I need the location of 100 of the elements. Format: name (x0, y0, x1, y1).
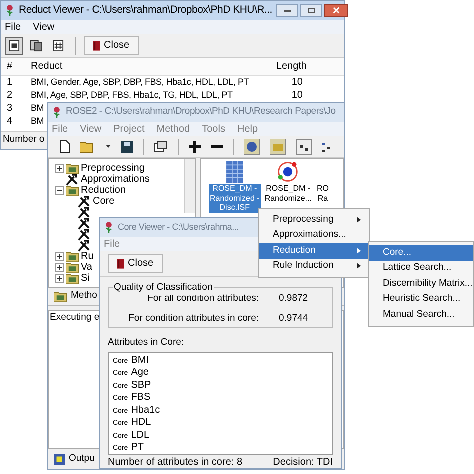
open-folder-icon[interactable] (80, 140, 96, 152)
attribute-name[interactable]: SBP (131, 380, 152, 391)
book-icon (93, 40, 100, 50)
hash-document-icon (52, 40, 64, 52)
table-cell-text: 10 (290, 89, 303, 102)
table-cell-text: 10 (290, 76, 303, 89)
file-label[interactable]: RO Ra (316, 184, 330, 203)
menu-item[interactable]: Tools (202, 122, 226, 136)
menu-item[interactable]: Approximations... (259, 228, 369, 243)
document-icon (8, 40, 20, 52)
table-cell-text: 3 (6, 102, 14, 115)
output-tab[interactable]: Outpu (69, 452, 95, 466)
close-button[interactable] (324, 4, 348, 17)
expand-icon[interactable] (55, 263, 64, 272)
output-text: Executing e (50, 312, 100, 323)
properties-icon[interactable] (154, 140, 168, 152)
close-icon (332, 7, 340, 14)
attribute-name[interactable]: BMI (131, 354, 149, 366)
new-file-icon[interactable] (60, 140, 70, 153)
attribute-name[interactable]: Age (131, 367, 149, 378)
table-cell-text: 2 (6, 89, 14, 102)
table-icon (226, 161, 244, 183)
menu-item[interactable]: Core... (369, 245, 473, 260)
dropdown-icon[interactable] (106, 145, 111, 148)
atom-icon (277, 161, 300, 183)
menu-item[interactable]: Project (114, 122, 145, 136)
globe-folder-icon[interactable] (244, 138, 260, 154)
tools-icon (78, 206, 91, 218)
rose-icon (5, 4, 15, 17)
attribute-name[interactable]: HDL (131, 417, 152, 428)
attribute-name[interactable]: Hba1c (131, 404, 160, 416)
menu-item[interactable]: File (52, 122, 68, 136)
tools-icon (78, 218, 91, 230)
list-label: Attributes in Core: (107, 336, 186, 350)
toolbar-button[interactable] (5, 36, 23, 54)
menu-item[interactable]: View (33, 20, 55, 34)
window-title: ROSE2 - C:\Users\rahman\Dropbox\PhD KHU\Research Papers\Jo (66, 105, 336, 120)
column-header[interactable]: Length (271, 59, 307, 74)
small-icons-icon[interactable] (322, 140, 332, 152)
save-icon[interactable] (121, 140, 133, 152)
menu-item[interactable]: View (80, 122, 102, 136)
group-title: Quality of Classification (113, 281, 214, 296)
status-text: Number of attributes in core: 8 (108, 456, 243, 470)
menu-item[interactable]: Reduction (259, 243, 369, 258)
book-icon (117, 258, 124, 268)
output-icon (54, 454, 65, 464)
folder-icon (66, 274, 79, 284)
menu-item[interactable]: Lattice Search... (369, 260, 473, 276)
column-header[interactable]: Reduct (31, 59, 271, 74)
methods-tab[interactable]: Metho (71, 289, 98, 304)
rose-icon (52, 106, 62, 119)
menu-item[interactable]: File (104, 236, 120, 252)
attribute-name[interactable]: LDL (131, 430, 150, 441)
copy-icon (30, 40, 42, 52)
collapse-icon[interactable] (55, 186, 64, 195)
table-cell: BM (31, 115, 44, 128)
tools-icon (66, 174, 79, 186)
menu-item[interactable]: Help (237, 122, 258, 136)
folder-icon (66, 186, 79, 196)
rose-icon (104, 221, 114, 234)
menu-item[interactable]: Heuristic Search... (369, 292, 473, 307)
expand-icon[interactable] (55, 164, 64, 173)
tools-icon (78, 196, 91, 208)
window-title: Reduct Viewer - C:\Users\rahman\Dropbox\PhD KHU\R... (19, 2, 272, 18)
folder-icon (54, 292, 67, 302)
folder-icon[interactable] (270, 138, 286, 154)
attribute-name[interactable]: PT (131, 442, 144, 454)
table-cell-text: BMI, Gender, Age, SBP, DBP, FBS, Hba1c, HDL, LDL, PT (31, 76, 250, 89)
attribute-name[interactable]: FBS (131, 392, 151, 404)
quality-value: 0.9872 (278, 292, 308, 306)
expand-icon[interactable] (55, 252, 64, 261)
folder-icon (66, 252, 79, 262)
menu-item[interactable]: Manual Search... (369, 307, 473, 322)
expand-icon[interactable] (55, 274, 64, 283)
quality-value: 0.9744 (278, 312, 308, 326)
minimize-button[interactable] (276, 4, 298, 17)
tools-icon (78, 228, 91, 240)
menu-item[interactable]: Preprocessing (259, 212, 369, 228)
status-text: Decision: TDI (273, 456, 333, 470)
quality-label: For condition attributes in core: (128, 312, 260, 326)
plus-icon[interactable] (189, 140, 201, 152)
file-label[interactable]: ROSE_DM - Randomized - Disc.ISF (209, 184, 261, 212)
close-button[interactable]: Close (84, 36, 139, 55)
table-cell-text: BMI, Age, SBP, DBP, FBS, Hba1c, TG, HDL, LDL, PT (31, 89, 234, 102)
column-header[interactable]: # (1, 59, 31, 74)
menu-item[interactable]: Method (156, 122, 190, 136)
menu-item[interactable]: Rule Induction (259, 258, 369, 274)
table-cell: BM (31, 102, 44, 115)
table-cell-text: 1 (6, 76, 14, 89)
status-text: Number o (3, 133, 45, 148)
large-icons-icon[interactable] (296, 138, 312, 154)
table-cell-text: 4 (6, 115, 14, 128)
close-button[interactable]: Close (108, 254, 163, 273)
menu-item[interactable]: Discernibility Matrix... (369, 276, 473, 292)
folder-icon (66, 262, 79, 272)
menu-item[interactable]: File (5, 20, 22, 34)
window-title: Core Viewer - C:\Users\rahma... (118, 220, 239, 234)
maximize-button[interactable] (300, 4, 322, 17)
file-label[interactable]: ROSE_DM - Randomize... (264, 184, 313, 203)
scrollbar[interactable] (184, 159, 195, 213)
